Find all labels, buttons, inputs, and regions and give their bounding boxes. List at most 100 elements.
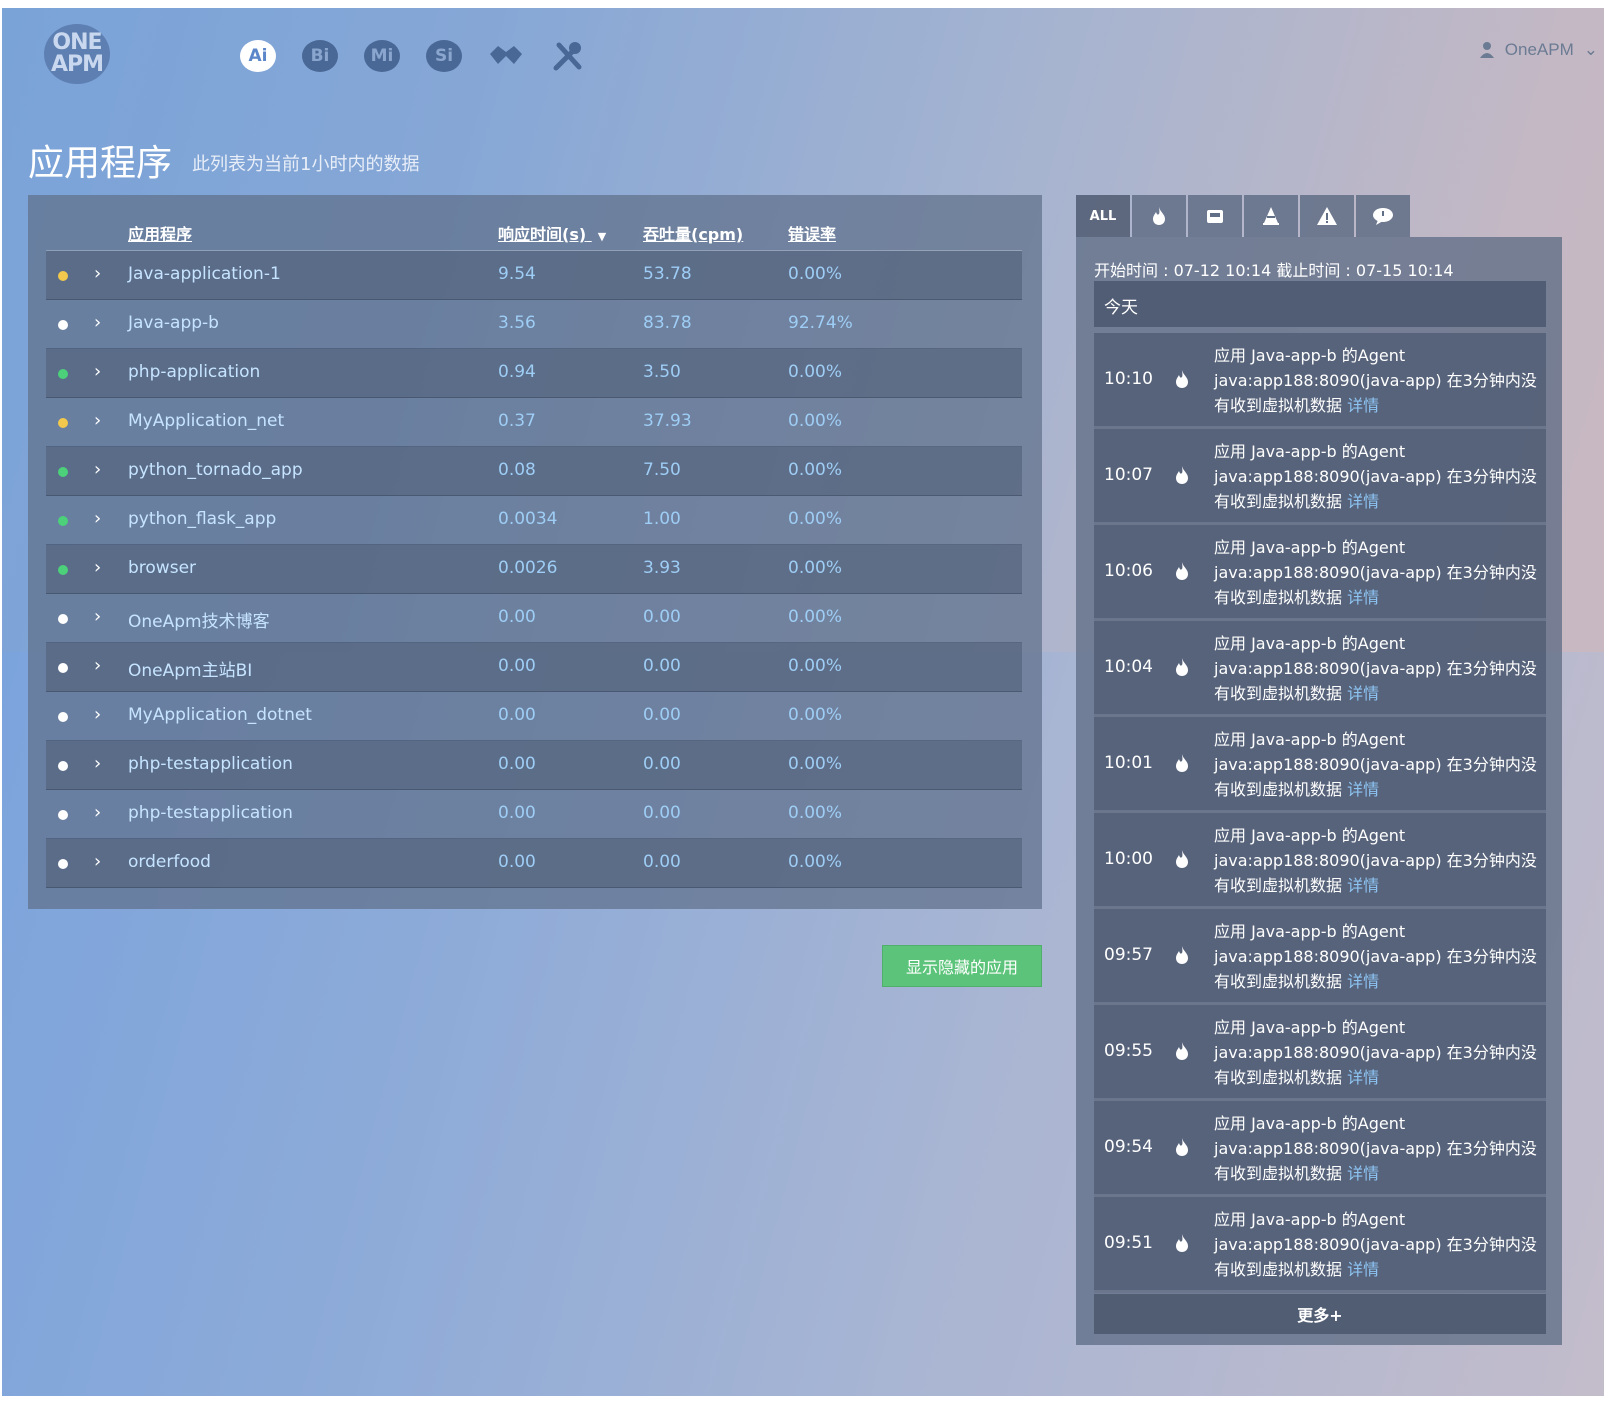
fire-icon (1176, 1234, 1188, 1252)
warning-icon (1317, 207, 1337, 225)
chevron-right-icon[interactable]: › (94, 312, 101, 333)
nav-partners[interactable] (486, 36, 526, 76)
chevron-down-icon: ⌄ (1583, 40, 1598, 59)
table-row[interactable]: › php-application 0.94 3.50 0.00% (46, 349, 1022, 398)
event-details-link[interactable]: 详情 (1347, 684, 1379, 703)
app-name-link[interactable]: php-testapplication (128, 754, 293, 774)
user-menu[interactable]: OneAPM ⌄ (1479, 40, 1598, 60)
error-rate-value: 0.00% (788, 558, 843, 578)
chevron-right-icon[interactable]: › (94, 655, 101, 676)
status-dot (58, 467, 68, 477)
table-row[interactable]: › OneApm技术博客 0.00 0.00 0.00% (46, 594, 1022, 643)
app-name-link[interactable]: php-testapplication (128, 803, 293, 823)
chevron-right-icon[interactable]: › (94, 361, 101, 382)
chevron-right-icon[interactable]: › (94, 410, 101, 431)
logo-line-2: APM (50, 52, 104, 77)
chevron-right-icon[interactable]: › (94, 704, 101, 725)
table-row[interactable]: › MyApplication_net 0.37 37.93 0.00% (46, 398, 1022, 447)
page-title: 应用程序 (28, 143, 173, 184)
chevron-right-icon[interactable]: › (94, 459, 101, 480)
event-details-link[interactable]: 详情 (1347, 972, 1379, 991)
response-time-value: 0.00 (498, 705, 536, 725)
error-rate-value: 0.00% (788, 509, 843, 529)
table-row[interactable]: › python_tornado_app 0.08 7.50 0.00% (46, 447, 1022, 496)
event-details-link[interactable]: 详情 (1347, 492, 1379, 511)
tab-alerts[interactable] (1132, 195, 1186, 237)
event-message: 应用 Java-app-b 的Agent java:app188:8090(ja… (1214, 919, 1542, 994)
tab-warnings[interactable] (1300, 195, 1354, 237)
oneapm-logo[interactable]: ONE APM (44, 24, 114, 86)
event-details-link[interactable]: 详情 (1347, 396, 1379, 415)
app-name-link[interactable]: MyApplication_net (128, 411, 284, 431)
tab-deploy[interactable] (1244, 195, 1298, 237)
app-name-link[interactable]: browser (128, 558, 196, 578)
throughput-value: 0.00 (643, 754, 681, 774)
ai-icon: Ai (240, 40, 276, 72)
chevron-right-icon[interactable]: › (94, 606, 101, 627)
sort-desc-icon: ▼ (597, 230, 607, 243)
status-dot (58, 859, 68, 869)
event-details-link[interactable]: 详情 (1347, 876, 1379, 895)
event-message: 应用 Java-app-b 的Agent java:app188:8090(ja… (1214, 1111, 1542, 1186)
status-dot (58, 516, 68, 526)
event-time: 10:01 (1104, 753, 1153, 773)
fire-icon (1176, 754, 1188, 772)
event-details-link[interactable]: 详情 (1347, 1164, 1379, 1183)
table-row[interactable]: › php-testapplication 0.00 0.00 0.00% (46, 790, 1022, 839)
response-time-value: 0.37 (498, 411, 536, 431)
table-row[interactable]: › MyApplication_dotnet 0.00 0.00 0.00% (46, 692, 1022, 741)
response-time-value: 0.00 (498, 803, 536, 823)
comment-icon (1373, 208, 1393, 225)
chevron-right-icon[interactable]: › (94, 263, 101, 284)
chevron-right-icon[interactable]: › (94, 557, 101, 578)
table-row[interactable]: › php-testapplication 0.00 0.00 0.00% (46, 741, 1022, 790)
event-details-link[interactable]: 详情 (1347, 780, 1379, 799)
nav-bi[interactable]: Bi (300, 36, 340, 76)
app-name-link[interactable]: Java-application-1 (128, 264, 281, 284)
col-response-time[interactable]: 响应时间(s) ▼ (498, 221, 606, 245)
chevron-right-icon[interactable]: › (94, 802, 101, 823)
chevron-right-icon[interactable]: › (94, 851, 101, 872)
app-name-link[interactable]: python_tornado_app (128, 460, 303, 480)
more-events-button[interactable]: 更多+ (1094, 1294, 1546, 1334)
event-item: 10:04 应用 Java-app-b 的Agent java:app188:80… (1094, 621, 1546, 717)
fire-icon (1176, 370, 1188, 388)
table-row[interactable]: › python_flask_app 0.0034 1.00 0.00% (46, 496, 1022, 545)
nav-si[interactable]: Si (424, 36, 464, 76)
event-details-link[interactable]: 详情 (1347, 1260, 1379, 1279)
event-time: 09:57 (1104, 945, 1153, 965)
nav-ai[interactable]: Ai (238, 36, 278, 76)
app-name-link[interactable]: php-application (128, 362, 260, 382)
app-name-link[interactable]: Java-app-b (128, 313, 219, 333)
event-item: 10:10 应用 Java-app-b 的Agent java:app188:80… (1094, 333, 1546, 429)
app-name-link[interactable]: OneApm主站BI (128, 656, 252, 681)
table-row[interactable]: › orderfood 0.00 0.00 0.00% (46, 839, 1022, 888)
table-row[interactable]: › Java-application-1 9.54 53.78 0.00% (46, 251, 1022, 300)
app-name-link[interactable]: OneApm技术博客 (128, 607, 270, 632)
app-name-link[interactable]: python_flask_app (128, 509, 276, 529)
tab-comments[interactable] (1356, 195, 1410, 237)
event-message: 应用 Java-app-b 的Agent java:app188:8090(ja… (1214, 1207, 1542, 1282)
nav-mi[interactable]: Mi (362, 36, 402, 76)
event-message: 应用 Java-app-b 的Agent java:app188:8090(ja… (1214, 631, 1542, 706)
app-name-link[interactable]: orderfood (128, 852, 211, 872)
show-hidden-apps-button[interactable]: 显示隐藏的应用 (882, 945, 1042, 987)
app-name-link[interactable]: MyApplication_dotnet (128, 705, 312, 725)
status-dot (58, 565, 68, 575)
event-details-link[interactable]: 详情 (1347, 1068, 1379, 1087)
nav-tools[interactable] (548, 36, 588, 76)
col-app-name[interactable]: 应用程序 (128, 221, 192, 245)
table-row[interactable]: › Java-app-b 3.56 83.78 92.74% (46, 300, 1022, 349)
col-throughput[interactable]: 吞吐量(cpm) (643, 221, 743, 245)
tab-inbox[interactable] (1188, 195, 1242, 237)
table-row[interactable]: › browser 0.0026 3.93 0.00% (46, 545, 1022, 594)
chevron-right-icon[interactable]: › (94, 753, 101, 774)
chevron-right-icon[interactable]: › (94, 508, 101, 529)
event-time: 09:55 (1104, 1041, 1153, 1061)
col-error-rate[interactable]: 错误率 (788, 221, 836, 245)
error-rate-value: 0.00% (788, 656, 843, 676)
table-row[interactable]: › OneApm主站BI 0.00 0.00 0.00% (46, 643, 1022, 692)
tab-all[interactable]: ALL (1076, 195, 1130, 237)
event-message: 应用 Java-app-b 的Agent java:app188:8090(ja… (1214, 343, 1542, 418)
event-details-link[interactable]: 详情 (1347, 588, 1379, 607)
